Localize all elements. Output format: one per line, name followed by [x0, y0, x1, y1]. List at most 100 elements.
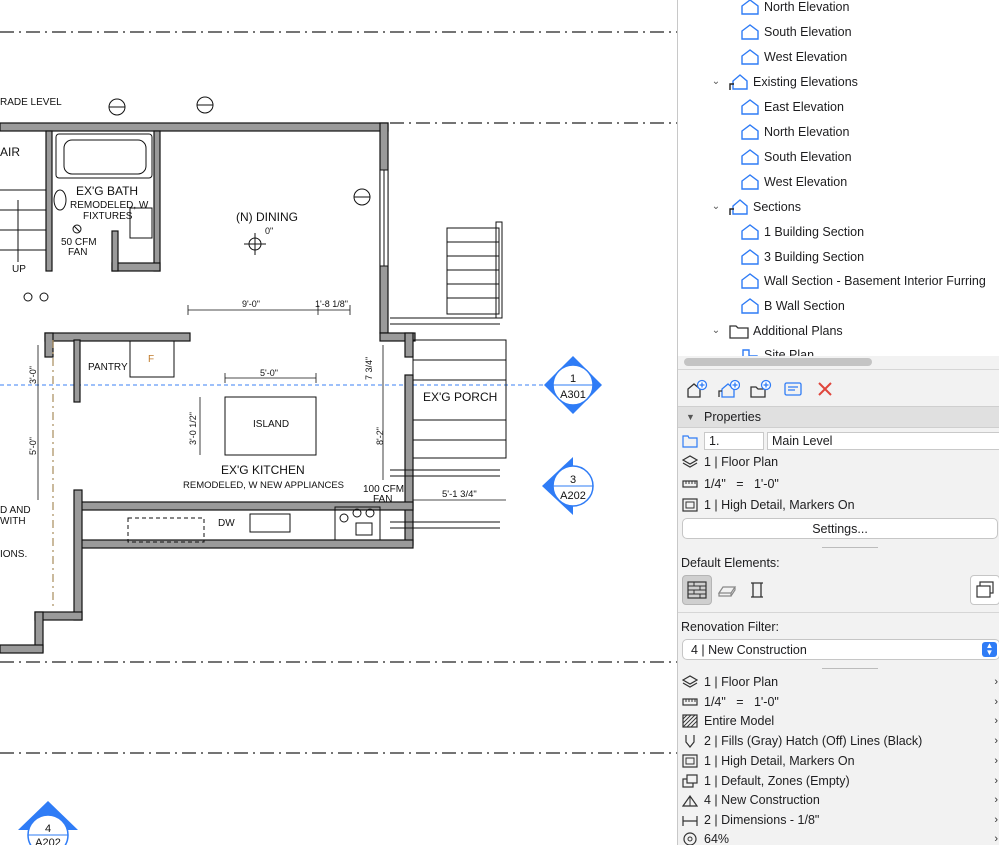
- pen-set-icon: [682, 734, 698, 748]
- model-view-icon: [682, 497, 698, 512]
- new-folder-icon: [750, 379, 772, 398]
- note-left-1: D AND: [0, 505, 31, 516]
- chevron-right-icon: ›: [994, 675, 998, 688]
- view-setting-graphic-override[interactable]: 1 | Default, Zones (Empty) ›: [678, 770, 999, 791]
- tree-item-wall-section-basement[interactable]: Wall Section - Basement Interior Furring: [740, 268, 986, 293]
- chevron-right-icon: ›: [994, 832, 998, 845]
- chevron-right-icon: ›: [994, 695, 998, 708]
- tree-item-label: 3 Building Section: [764, 249, 865, 264]
- new-folder-button[interactable]: [748, 377, 774, 401]
- pantry-label: PANTRY: [88, 362, 128, 373]
- delete-button[interactable]: [812, 377, 838, 401]
- settings-button[interactable]: Settings...: [682, 518, 998, 539]
- tree-item-b-wall-section[interactable]: B Wall Section: [740, 293, 845, 318]
- marker-4-number: 4: [45, 823, 51, 835]
- island-label: ISLAND: [253, 419, 289, 430]
- chevron-right-icon: ›: [994, 714, 998, 727]
- fridge-label: F: [148, 354, 154, 365]
- tree-item-label: West Elevation: [764, 49, 848, 64]
- tree-group-existing-elevations[interactable]: ⌄ Existing Elevations: [709, 69, 858, 94]
- view-id-icon: [682, 434, 698, 448]
- divider: [822, 668, 878, 669]
- dimension-icon: [682, 813, 698, 827]
- properties-header[interactable]: ▼ Properties: [678, 406, 999, 428]
- tree-item-west-elevation[interactable]: West Elevation: [740, 44, 847, 69]
- walls: [0, 122, 416, 654]
- tree-item-label: 1 Building Section: [764, 224, 865, 239]
- more-elements-button[interactable]: [970, 575, 999, 605]
- dim-island-width: 5'-0": [260, 368, 278, 378]
- drawing-canvas[interactable]: RADE LEVEL AIR EX'G BATH REMODELED, W FI…: [0, 0, 677, 845]
- view-setting-floor-plan[interactable]: 1 | Floor Plan ›: [678, 671, 999, 692]
- tree-group-sections[interactable]: ⌄ Sections: [709, 194, 801, 219]
- scale-row: 1/4" = 1'-0": [678, 473, 999, 494]
- column-element-button[interactable]: [742, 575, 772, 605]
- model-view-row: 1 | High Detail, Markers On: [678, 494, 999, 515]
- renovation-filter-value: 4 | New Construction: [691, 642, 807, 657]
- delete-icon: [818, 382, 832, 396]
- section-marker-3[interactable]: 3 A202: [542, 457, 594, 515]
- dim-left-1: 3'-0": [28, 366, 38, 384]
- layers-icon: [976, 581, 994, 598]
- setting-label: 4 | New Construction: [704, 792, 820, 807]
- view-name-field[interactable]: Main Level: [767, 432, 999, 450]
- dim-dining-1: 9'-0": [242, 299, 260, 309]
- tree-item-west-elevation-existing[interactable]: West Elevation: [740, 169, 847, 194]
- elevation-view-icon: [740, 173, 760, 191]
- elevation-group-icon: [729, 73, 749, 91]
- tree-item-label: North Elevation: [764, 0, 850, 14]
- tree-item-site-plan[interactable]: Site Plan: [740, 342, 814, 356]
- view-setting-scale[interactable]: 1/4" = 1'-0" ›: [678, 691, 999, 712]
- note-left-2: WITH: [0, 516, 26, 527]
- section-marker-1[interactable]: 1 A301: [544, 356, 602, 414]
- new-view-button[interactable]: [684, 377, 710, 401]
- clone-view-button[interactable]: [716, 377, 742, 401]
- view-setting-structure[interactable]: Entire Model ›: [678, 710, 999, 731]
- section-group-icon: [729, 198, 749, 216]
- view-setting-pen-set[interactable]: 2 | Fills (Gray) Hatch (Off) Lines (Blac…: [678, 730, 999, 751]
- view-setting-dimensions[interactable]: 2 | Dimensions - 1/8" ›: [678, 809, 999, 830]
- elevation-view-icon: [740, 48, 760, 66]
- tree-item-1-building-section[interactable]: 1 Building Section: [740, 219, 864, 244]
- setting-label: 2 | Dimensions - 1/8": [704, 812, 820, 827]
- view-type-label: 1 | Floor Plan: [704, 454, 779, 469]
- tree-item-south-elevation-existing[interactable]: South Elevation: [740, 144, 852, 169]
- tree-item-south-elevation[interactable]: South Elevation: [740, 19, 852, 44]
- renovation-filter-select[interactable]: 4 | New Construction ▲ ▼: [682, 639, 999, 660]
- view-setting-renovation[interactable]: 4 | New Construction ›: [678, 789, 999, 810]
- chevron-down-icon[interactable]: ⌄: [709, 76, 723, 87]
- zoom-icon: [682, 831, 698, 845]
- tree-item-3-building-section[interactable]: 3 Building Section: [740, 244, 864, 269]
- graphic-override-icon: [682, 773, 698, 788]
- properties-title: Properties: [704, 410, 761, 424]
- kitchen-note: REMODELED, W NEW APPLIANCES: [183, 480, 344, 491]
- section-view-icon: [740, 223, 760, 241]
- view-type-row: 1 | Floor Plan: [678, 451, 999, 472]
- navigator-tree[interactable]: North Elevation South Elevation West Ele…: [678, 0, 999, 356]
- chevron-down-icon[interactable]: ⌄: [709, 325, 723, 336]
- tree-item-label: East Elevation: [764, 99, 844, 114]
- view-settings-button[interactable]: [780, 377, 806, 401]
- kitchen-title: EX'G KITCHEN: [221, 463, 305, 477]
- bath-title: EX'G BATH: [76, 184, 138, 198]
- tree-horizontal-scrollbar[interactable]: [684, 358, 872, 366]
- floor-plan-drawing[interactable]: RADE LEVEL AIR EX'G BATH REMODELED, W FI…: [0, 0, 677, 845]
- stair-label: AIR: [0, 145, 20, 159]
- tree-item-label: North Elevation: [764, 124, 850, 139]
- view-setting-model-view[interactable]: 1 | High Detail, Markers On ›: [678, 750, 999, 771]
- section-marker-4[interactable]: 4 A202: [18, 801, 78, 845]
- tree-group-additional-plans[interactable]: ⌄ Additional Plans: [709, 318, 843, 343]
- chevron-down-icon[interactable]: ⌄: [709, 201, 723, 212]
- view-setting-zoom[interactable]: 64% ›: [678, 828, 999, 845]
- bath-note-1: REMODELED, W: [70, 200, 149, 211]
- tree-item-east-elevation[interactable]: East Elevation: [740, 94, 844, 119]
- site-plan-icon: [740, 346, 760, 356]
- tree-item-north-elevation[interactable]: North Elevation: [740, 0, 849, 19]
- up-label: UP: [12, 264, 26, 275]
- chevron-right-icon: ›: [994, 774, 998, 787]
- wall-element-button[interactable]: [682, 575, 712, 605]
- view-id-field[interactable]: 1.: [704, 432, 764, 450]
- tree-item-north-elevation-existing[interactable]: North Elevation: [740, 119, 849, 144]
- slab-element-button[interactable]: [712, 575, 742, 605]
- dim-right-1: 7 3/4": [364, 357, 374, 380]
